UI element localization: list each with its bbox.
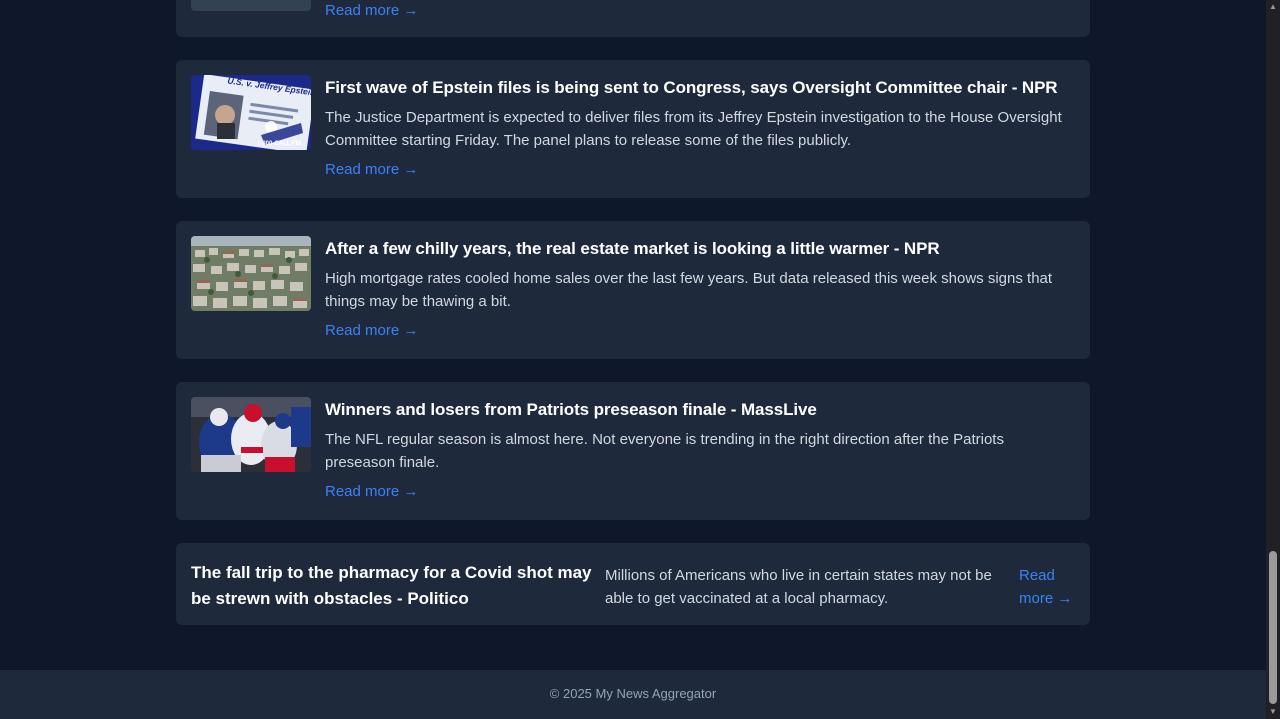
article-description: The Justice Department is expected to de… [325,109,1062,149]
article-image[interactable]: U.S. v. Jeffrey Epstein 1-800-CALL FBI [191,75,311,150]
footer-copyright: © 2025 My News Aggregator [549,686,717,701]
image-caption: 1-800-CALL FBI [257,141,302,147]
article-title[interactable]: After a few chilly years, the real estat… [325,237,1076,260]
vertical-scrollbar[interactable]: ▲ ▼ [1266,0,1280,719]
page-footer: © 2025 My News Aggregator [0,670,1266,719]
news-card: Winners and losers from Patriots preseas… [176,382,1090,520]
scroll-up-arrow-icon[interactable]: ▲ [1266,0,1280,14]
read-more-link[interactable]: Read more → [325,320,418,342]
read-more-link[interactable]: Read more → [1019,564,1079,610]
article-image[interactable] [191,236,311,311]
read-more-link[interactable]: Read more → [325,0,418,22]
article-description: Millions of Americans who live in certai… [605,567,992,607]
scrollbar-thumb[interactable] [1269,551,1277,704]
article-description: High mortgage rates cooled home sales ov… [325,270,1053,310]
read-more-link[interactable]: Read more → [325,481,418,503]
read-more-link[interactable]: Read more → [325,159,418,181]
news-card: U.S. v. Jeffrey Epstein 1-800-CALL FBI F… [176,60,1090,198]
article-image[interactable] [191,397,311,472]
article-body: First wave of Epstein files is being sen… [325,76,1076,181]
article-title[interactable]: The fall trip to the pharmacy for a Covi… [191,560,601,612]
article-image[interactable] [191,0,311,11]
news-card: After a few chilly years, the real estat… [176,221,1090,359]
article-title[interactable]: First wave of Epstein files is being sen… [325,76,1076,99]
news-card: The fall trip to the pharmacy for a Covi… [176,543,1090,625]
article-title[interactable]: Winners and losers from Patriots preseas… [325,398,1076,421]
article-description: The NFL regular season is almost here. N… [325,431,1004,471]
news-card: Read more → [176,0,1090,37]
scroll-down-arrow-icon[interactable]: ▼ [1266,705,1280,719]
article-body: After a few chilly years, the real estat… [325,237,1076,342]
article-body: Winners and losers from Patriots preseas… [325,398,1076,503]
page-viewport: Read more → U.S. v. Jeffrey Epstein 1-80… [0,0,1266,719]
